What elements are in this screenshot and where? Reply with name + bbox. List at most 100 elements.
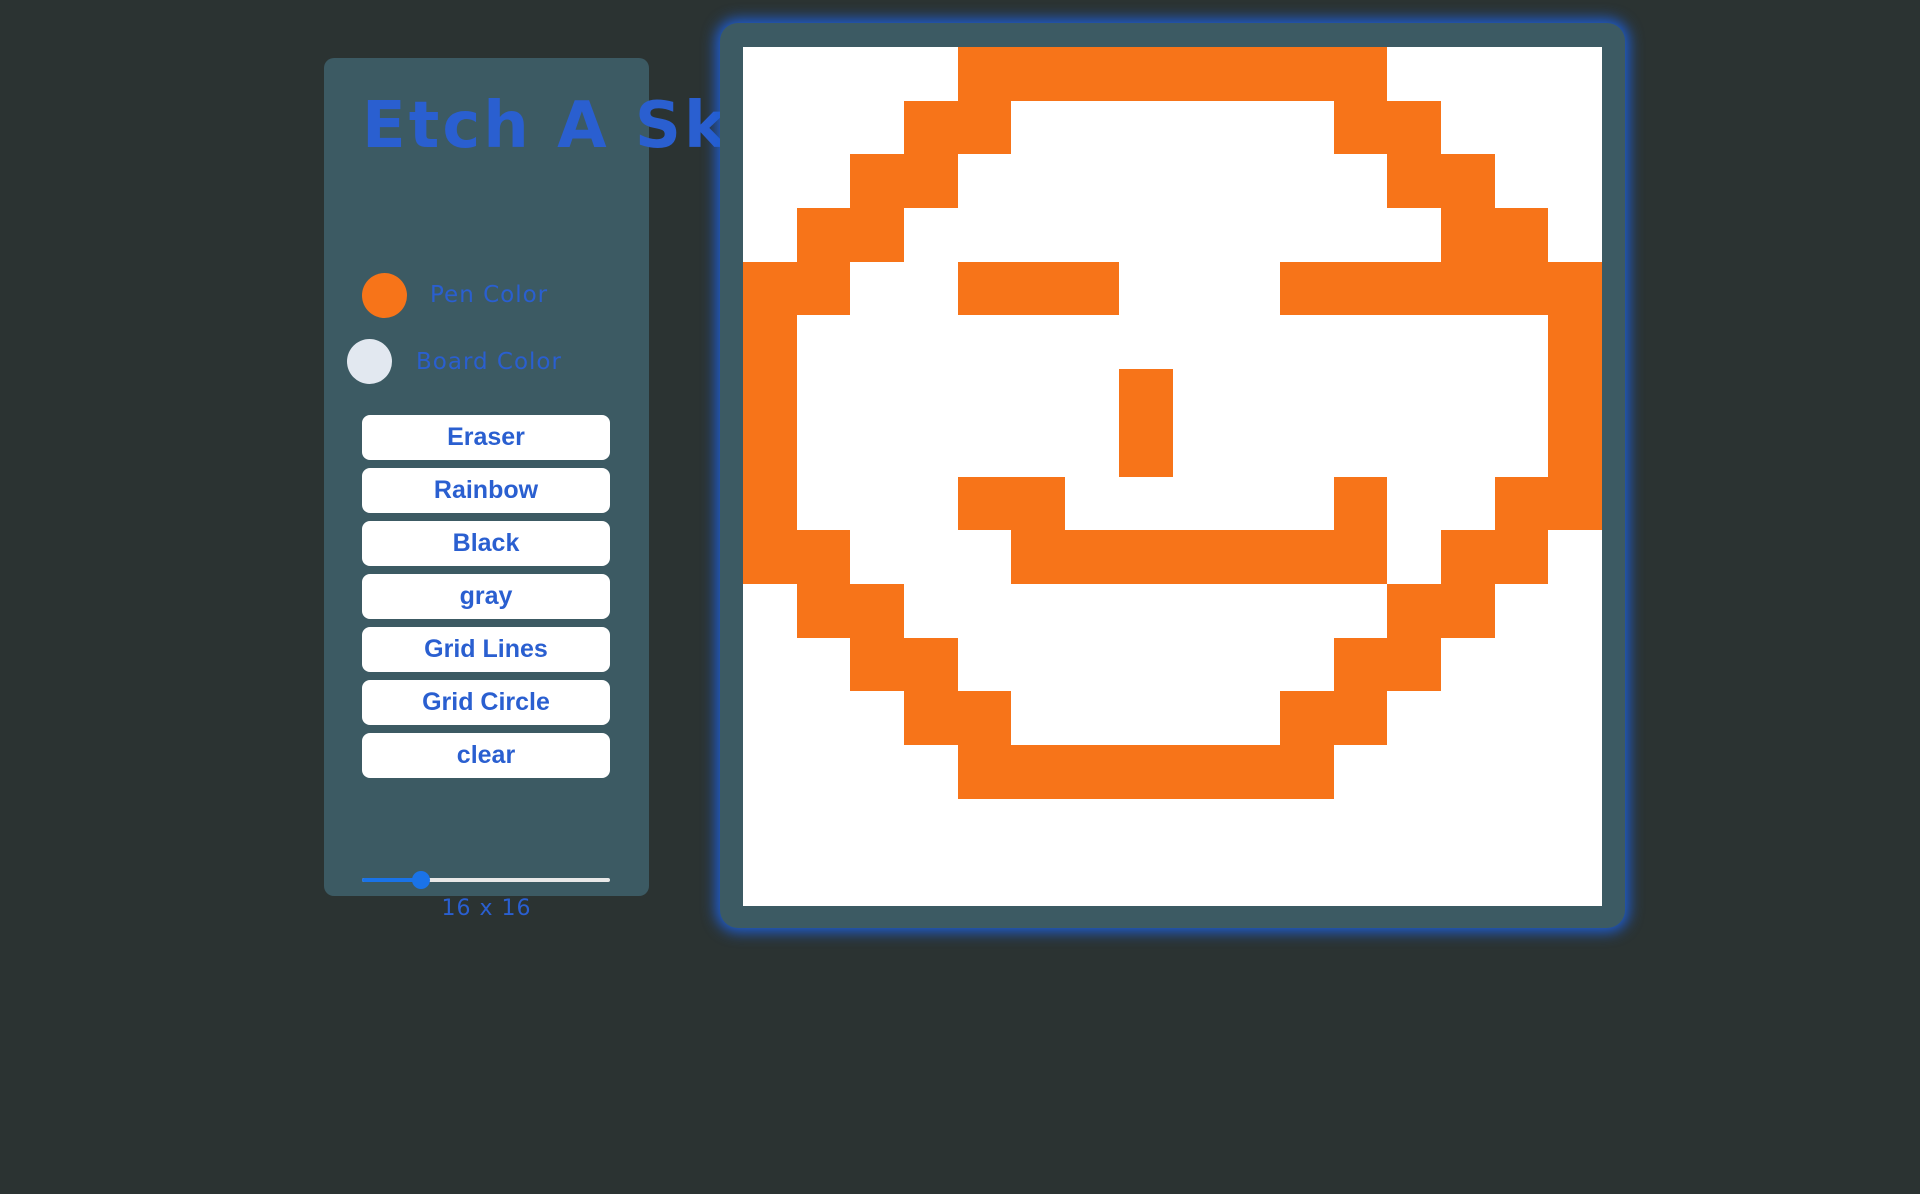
grid-cell[interactable] [1118, 315, 1173, 370]
grid-cell[interactable] [850, 691, 905, 745]
grid-cell[interactable] [1333, 47, 1388, 101]
grid-cell[interactable] [1065, 583, 1119, 638]
grid-cell[interactable] [1279, 637, 1334, 692]
black-button[interactable]: Black [362, 521, 610, 566]
grid-cell[interactable] [796, 422, 851, 477]
grid-cell[interactable] [1333, 422, 1388, 477]
grid-cell[interactable] [1548, 100, 1602, 155]
grid-cell[interactable] [957, 154, 1012, 209]
grid-cell[interactable] [1011, 852, 1066, 906]
rainbow-button[interactable]: Rainbow [362, 468, 610, 513]
grid-cell[interactable] [850, 476, 905, 531]
grid-cell[interactable] [1172, 583, 1227, 638]
grid-cell[interactable] [904, 744, 958, 799]
board-color-picker[interactable] [347, 339, 392, 385]
grid-cell[interactable] [1548, 637, 1602, 692]
grid-cell[interactable] [1118, 476, 1173, 531]
grid-cell[interactable] [850, 154, 905, 209]
grid-cell[interactable] [1387, 261, 1441, 316]
grid-cell[interactable] [957, 798, 1012, 853]
grid-cell[interactable] [1011, 208, 1066, 262]
grid-cell[interactable] [1440, 744, 1495, 799]
grid-cell[interactable] [1333, 530, 1388, 584]
grid-cell[interactable] [1118, 261, 1173, 316]
grid-cell[interactable] [796, 47, 851, 101]
grid-cell[interactable] [957, 208, 1012, 262]
grid-cell[interactable] [1494, 530, 1549, 584]
grid-cell[interactable] [1118, 369, 1173, 423]
grid-cell[interactable] [743, 261, 797, 316]
grid-cell[interactable] [1011, 583, 1066, 638]
grid-cell[interactable] [1548, 261, 1602, 316]
grid-cell[interactable] [1494, 852, 1549, 906]
grid-cell[interactable] [1494, 476, 1549, 531]
grid-cell[interactable] [850, 798, 905, 853]
grid-cell[interactable] [796, 798, 851, 853]
grid-cell[interactable] [1494, 637, 1549, 692]
grid-cell[interactable] [1226, 583, 1280, 638]
grid-cell[interactable] [1279, 852, 1334, 906]
grid-cell[interactable] [1548, 852, 1602, 906]
grid-cell[interactable] [1440, 798, 1495, 853]
grid-cell[interactable] [1118, 798, 1173, 853]
grid-cell[interactable] [1226, 744, 1280, 799]
grid-cell[interactable] [904, 208, 958, 262]
grid-cell[interactable] [904, 852, 958, 906]
grid-cell[interactable] [957, 47, 1012, 101]
grid-cell[interactable] [904, 476, 958, 531]
grid-cell[interactable] [1172, 691, 1227, 745]
grid-cell[interactable] [904, 798, 958, 853]
grid-cell[interactable] [1333, 583, 1388, 638]
grid-cell[interactable] [1333, 315, 1388, 370]
grid-cell[interactable] [957, 744, 1012, 799]
grid-cell[interactable] [1494, 798, 1549, 853]
grid-cell[interactable] [1440, 422, 1495, 477]
grid-cell[interactable] [1011, 100, 1066, 155]
grid-cell[interactable] [957, 476, 1012, 531]
grid-cell[interactable] [1065, 208, 1119, 262]
grid-cell[interactable] [1118, 47, 1173, 101]
grid-cell[interactable] [904, 691, 958, 745]
grid-cell[interactable] [743, 583, 797, 638]
grid-cell[interactable] [1494, 583, 1549, 638]
grid-cell[interactable] [850, 261, 905, 316]
grid-cell[interactable] [1118, 422, 1173, 477]
grid-cell[interactable] [1494, 100, 1549, 155]
grid-cell[interactable] [1279, 530, 1334, 584]
grid-cell[interactable] [796, 744, 851, 799]
grid-cell[interactable] [1548, 744, 1602, 799]
grid-cell[interactable] [850, 852, 905, 906]
grid-cell[interactable] [1387, 476, 1441, 531]
grid-lines-button[interactable]: Grid Lines [362, 627, 610, 672]
grid-cell[interactable] [1011, 369, 1066, 423]
grid-cell[interactable] [1172, 261, 1227, 316]
grid-cell[interactable] [904, 369, 958, 423]
grid-cell[interactable] [850, 637, 905, 692]
grid-cell[interactable] [1279, 422, 1334, 477]
grid-cell[interactable] [1333, 744, 1388, 799]
grid-cell[interactable] [1333, 476, 1388, 531]
grid-cell[interactable] [1440, 530, 1495, 584]
grid-cell[interactable] [904, 100, 958, 155]
grid-cell[interactable] [1387, 637, 1441, 692]
grid-cell[interactable] [743, 369, 797, 423]
grid-cell[interactable] [1387, 208, 1441, 262]
grid-cell[interactable] [1172, 422, 1227, 477]
grid-cell[interactable] [1494, 47, 1549, 101]
grid-cell[interactable] [1387, 583, 1441, 638]
grid-cell[interactable] [1440, 261, 1495, 316]
grid-cell[interactable] [1333, 369, 1388, 423]
slider-thumb[interactable] [412, 871, 431, 889]
grid-cell[interactable] [850, 369, 905, 423]
grid-cell[interactable] [1065, 100, 1119, 155]
grid-cell[interactable] [796, 583, 851, 638]
grid-cell[interactable] [1226, 637, 1280, 692]
grid-cell[interactable] [1065, 530, 1119, 584]
pen-color-picker[interactable] [362, 272, 407, 318]
grid-cell[interactable] [1011, 261, 1066, 316]
grid-cell[interactable] [957, 530, 1012, 584]
grid-cell[interactable] [1440, 369, 1495, 423]
grid-cell[interactable] [1065, 47, 1119, 101]
grid-cell[interactable] [1065, 691, 1119, 745]
grid-cell[interactable] [1548, 476, 1602, 531]
